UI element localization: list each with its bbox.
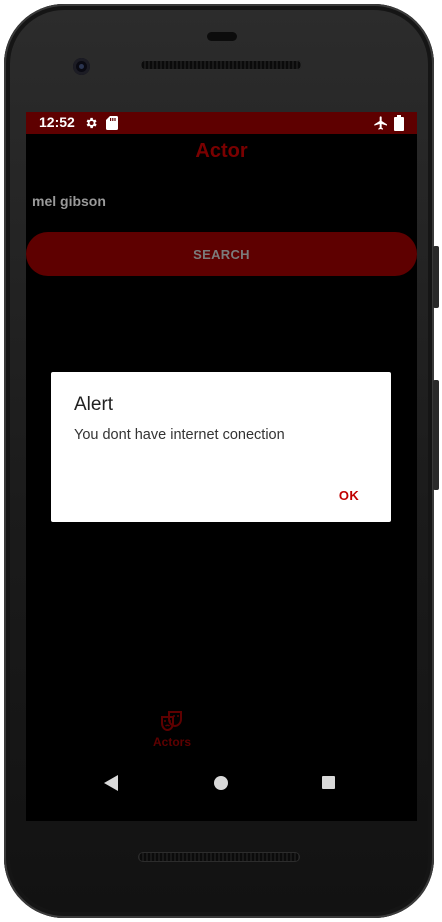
- screen: 12:52 Actor SEARCH Actor: [26, 112, 417, 821]
- ok-button[interactable]: OK: [326, 480, 372, 510]
- alert-dialog: Alert You dont have internet conection O…: [51, 372, 391, 522]
- power-button: [433, 246, 439, 308]
- top-speaker: [140, 60, 302, 70]
- bottom-speaker: [138, 852, 300, 862]
- dialog-title: Alert: [74, 394, 114, 415]
- volume-button: [433, 380, 439, 490]
- front-camera-icon: [73, 58, 90, 75]
- earpiece: [207, 32, 237, 41]
- dialog-message: You dont have internet conection: [74, 427, 285, 443]
